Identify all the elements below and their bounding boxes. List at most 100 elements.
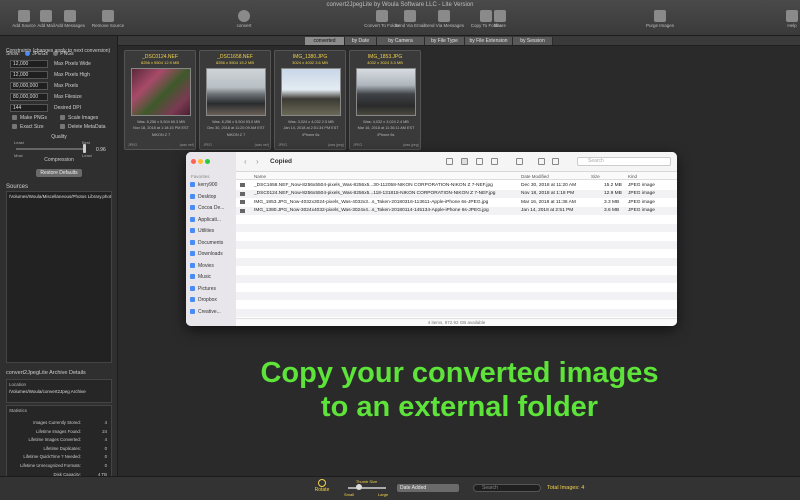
filter-tab-3[interactable]: by File Type xyxy=(425,37,465,45)
favorites-header: Favorites xyxy=(191,174,210,179)
size-column[interactable]: Size xyxy=(591,174,600,179)
minimize-icon[interactable] xyxy=(198,159,203,164)
finder-sidebar-item[interactable]: Creative... xyxy=(190,309,236,318)
finder-sidebar-item[interactable]: Music xyxy=(190,274,236,283)
stat-value: 0 xyxy=(104,454,107,460)
file-row[interactable]: IMG_1853.JPG_Now-4032x3024-pixels_Was-40… xyxy=(236,198,677,206)
finder-sidebar-label: Applicati... xyxy=(198,216,222,223)
bottom-search-input[interactable]: Search xyxy=(473,484,541,492)
forward-icon[interactable]: › xyxy=(256,157,259,166)
stat-key: Images Currently Stored: xyxy=(33,420,81,425)
constraint-field: 12,000 Max Pixels Wide xyxy=(10,60,110,68)
folder-icon xyxy=(190,251,195,257)
image-tile[interactable]: IMG_1380.JPG 3024 x 4032 3.6 MB Was: 3,024… xyxy=(274,50,346,150)
constraint-input[interactable]: 12,000 xyxy=(10,71,48,79)
kind-column[interactable]: Kind xyxy=(628,174,637,179)
zoom-icon[interactable] xyxy=(205,159,210,164)
finder-search-input[interactable]: Search xyxy=(577,157,671,166)
image-tile[interactable]: IMG_1853.JPG 4032 x 3024 3.3 MB Was: 4,032… xyxy=(349,50,421,150)
tile-thumbnail[interactable] xyxy=(281,68,341,116)
group-icon[interactable] xyxy=(516,158,523,165)
tag-icon[interactable] xyxy=(552,158,559,165)
finder-sidebar-item[interactable]: Desktop xyxy=(190,194,236,203)
folder-icon xyxy=(190,228,195,234)
exact-size-checkbox[interactable]: Exact Size xyxy=(12,124,44,130)
file-row[interactable]: _DSC1658.NEF_Now-8256x5504-pixels_Was-82… xyxy=(236,181,677,189)
finder-sidebar-item[interactable]: kerry900 xyxy=(190,182,236,191)
file-date: Nov 18, 2018 at 1:18 PM xyxy=(521,191,575,196)
toolbar-button-2[interactable]: Add Messages xyxy=(50,10,90,28)
source-path[interactable]: /Volumes/Woula/Miscellaneous/Photos Libr… xyxy=(7,192,111,201)
finder-sidebar-item[interactable]: Dropbox xyxy=(190,297,236,306)
finder-sidebar-item[interactable]: Cocoa De... xyxy=(190,205,236,214)
quality-slider-knob[interactable] xyxy=(83,144,87,153)
finder-sidebar-item[interactable]: Applicati... xyxy=(190,217,236,226)
constraint-input[interactable]: 12,000 xyxy=(10,60,48,68)
tile-thumbnail[interactable] xyxy=(131,68,191,116)
toolbar-button-4[interactable]: convert xyxy=(224,10,264,28)
file-row[interactable]: IMG_1380.JPG_Now-3024x4032-pixels_Was-30… xyxy=(236,206,677,215)
image-tile[interactable]: _DSC0124.NEF 8256 x 5504 12.9 MB Was: 8,25… xyxy=(124,50,196,150)
file-row[interactable]: _DSC0124.NEF_Now-8256x5504-pixels_Was-82… xyxy=(236,189,677,198)
finder-sidebar-label: Music xyxy=(198,274,212,280)
file-size: 15.2 MB xyxy=(604,182,622,188)
toolbar-button-10[interactable]: Purge Images xyxy=(640,10,680,28)
column-view-icon[interactable] xyxy=(476,158,483,165)
tile-thumbnail[interactable] xyxy=(206,68,266,116)
make-pngs-checkbox[interactable]: Make PNGs xyxy=(12,115,47,121)
filter-tab-5[interactable]: by Session xyxy=(513,37,553,45)
image-file-icon xyxy=(240,200,245,204)
name-column[interactable]: Name xyxy=(254,174,266,179)
rotate-label: Rotate xyxy=(314,487,330,493)
finder-sidebar-label: Dropbox xyxy=(198,297,217,303)
constraint-input[interactable]: 144 xyxy=(10,104,48,112)
file-row xyxy=(236,240,677,249)
restore-defaults-button[interactable]: Restore Defaults xyxy=(36,169,82,177)
bottom-bar: Rotate Thumb Size Small Large Date Added… xyxy=(0,476,800,500)
constraint-input[interactable]: 80,000,000 xyxy=(10,93,48,101)
thumb-size-slider[interactable] xyxy=(348,487,386,489)
sort-select[interactable]: Date Added xyxy=(397,484,459,492)
sources-title: Sources xyxy=(6,184,29,190)
finder-sidebar-item[interactable]: Pictures xyxy=(190,286,236,295)
tile-dimensions: 3024 x 4032 3.6 MB xyxy=(292,60,328,65)
thumb-size-knob[interactable] xyxy=(356,484,362,490)
checkbox-box[interactable] xyxy=(12,124,17,130)
filter-tab-2[interactable]: by Camera xyxy=(377,37,425,45)
close-icon[interactable] xyxy=(191,159,196,164)
list-view-icon[interactable] xyxy=(461,158,468,165)
checkbox-box[interactable] xyxy=(12,115,17,121)
delete-metadata-checkbox[interactable]: Delete MetaData xyxy=(60,124,106,130)
sources-list[interactable]: /Volumes/Woula/Miscellaneous/Photos Libr… xyxy=(6,191,112,363)
finder-sidebar-item[interactable]: Utilities xyxy=(190,228,236,237)
filter-tab-0[interactable]: converted xyxy=(305,37,345,45)
checkbox-box[interactable] xyxy=(60,115,65,121)
toolbar-button-label: Send Via Email xyxy=(394,23,426,28)
filter-tab-1[interactable]: by Date xyxy=(345,37,377,45)
back-icon[interactable]: ‹ xyxy=(244,157,247,166)
gallery-view-icon[interactable] xyxy=(491,158,498,165)
date-column[interactable]: Date Modified xyxy=(521,174,549,179)
share-icon[interactable] xyxy=(538,158,545,165)
constraint-input[interactable]: 80,000,000 xyxy=(10,82,48,90)
toolbar-button-3[interactable]: Remove Source xyxy=(88,10,128,28)
filter-tab-4[interactable]: by File Extension xyxy=(465,37,513,45)
stat-key: Lifetime Unrecognized Formats: xyxy=(20,463,81,468)
toolbar-button-7[interactable]: Send Via Messages xyxy=(424,10,464,28)
constraint-label: Max Filesize xyxy=(54,94,82,100)
tile-thumbnail[interactable] xyxy=(356,68,416,116)
rotate-button[interactable]: Rotate xyxy=(312,479,332,493)
finder-sidebar-item[interactable]: Movies xyxy=(190,263,236,272)
quality-slider-track[interactable] xyxy=(16,148,86,150)
checkbox-box[interactable] xyxy=(60,124,65,130)
finder-sidebar-item[interactable]: Documents xyxy=(190,240,236,249)
image-tile[interactable]: _DSC1658.NEF 8256 x 5504 15.2 MB Was: 8,25… xyxy=(199,50,271,150)
delete-metadata-label: Delete MetaData xyxy=(68,124,106,130)
toolbar-button-9[interactable]: Share xyxy=(480,10,520,28)
icon-view-icon[interactable] xyxy=(446,158,453,165)
headline-line-2: to an external folder xyxy=(320,391,599,423)
finder-sidebar-item[interactable]: Downloads xyxy=(190,251,236,260)
scale-images-checkbox[interactable]: Scale Images xyxy=(60,115,98,121)
toolbar-button-11[interactable]: Help xyxy=(772,10,800,28)
tile-camera: iPhone 6s xyxy=(377,133,395,137)
